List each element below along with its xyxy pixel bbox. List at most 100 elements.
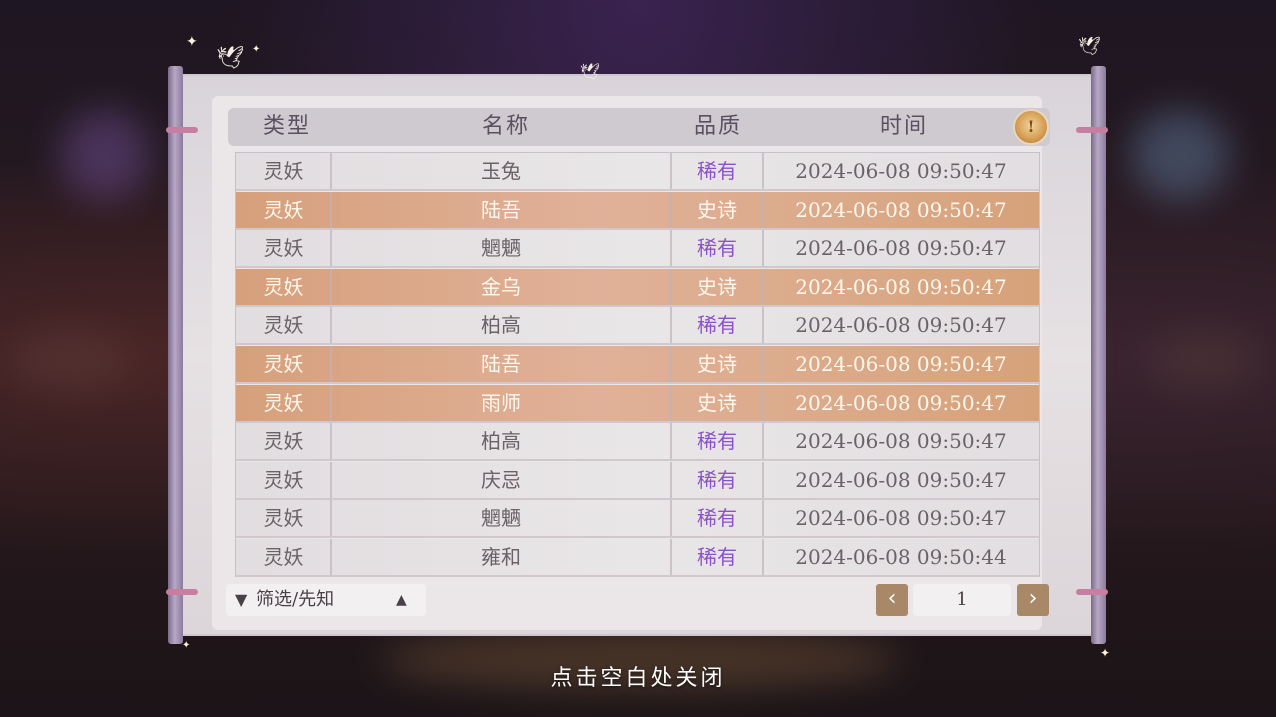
background-blur xyxy=(1130,110,1230,200)
background-blur xyxy=(10,330,130,390)
cell-time: 2024-06-08 09:50:47 xyxy=(795,429,1007,454)
table-row: 灵妖 陆吾 史诗 2024-06-08 09:50:47 xyxy=(236,191,1039,230)
column-divider xyxy=(762,500,764,537)
column-divider xyxy=(670,384,672,421)
cell-type: 灵妖 xyxy=(263,197,304,222)
cell-type: 灵妖 xyxy=(263,313,304,338)
swallow-icon: 🕊 xyxy=(216,46,244,71)
cell-time: 2024-06-08 09:50:47 xyxy=(795,506,1007,531)
column-divider xyxy=(762,423,764,460)
cell-name: 魍魉 xyxy=(481,236,521,261)
cell-name: 金乌 xyxy=(481,274,521,299)
column-divider xyxy=(330,268,332,305)
cell-quality: 稀有 xyxy=(697,429,737,454)
cell-type: 灵妖 xyxy=(263,390,304,415)
column-divider xyxy=(670,268,672,305)
sparkle-icon: ✦ xyxy=(182,640,191,651)
cell-time: 2024-06-08 09:50:44 xyxy=(795,545,1007,569)
cell-time: 2024-06-08 09:50:47 xyxy=(795,274,1007,299)
cell-type: 灵妖 xyxy=(263,429,304,454)
rod-pin xyxy=(166,589,198,595)
chevron-left-icon: ‹ xyxy=(887,586,897,611)
column-divider xyxy=(762,539,764,575)
background-blur xyxy=(60,110,150,200)
cell-quality: 稀有 xyxy=(697,236,737,261)
column-divider xyxy=(330,153,332,189)
header-type: 类型 xyxy=(262,114,311,139)
column-divider xyxy=(670,346,672,382)
cell-quality: 稀有 xyxy=(697,313,737,338)
column-divider xyxy=(330,307,332,344)
page-number: 1 xyxy=(913,584,1011,616)
close-hint[interactable]: 点击空白处关闭 xyxy=(0,660,1276,692)
table-row: 灵妖 魍魉 稀有 2024-06-08 09:50:47 xyxy=(236,230,1039,269)
cell-type: 灵妖 xyxy=(263,236,304,261)
cell-quality: 史诗 xyxy=(697,352,737,376)
column-divider xyxy=(762,346,764,382)
filter-button[interactable]: ▼ 筛选/先知 ▲ xyxy=(226,584,426,616)
column-divider xyxy=(330,539,332,575)
column-divider xyxy=(330,384,332,421)
cell-name: 玉兔 xyxy=(481,159,521,183)
cell-type: 灵妖 xyxy=(263,506,304,531)
cell-quality: 史诗 xyxy=(697,274,737,299)
swallow-icon: 🕊 xyxy=(1078,36,1101,57)
swallow-icon: 🕊 xyxy=(580,62,601,81)
rod-pin xyxy=(1076,589,1108,595)
cell-quality: 稀有 xyxy=(697,545,737,569)
cell-type: 灵妖 xyxy=(263,467,304,492)
cell-quality: 史诗 xyxy=(697,197,737,222)
column-divider xyxy=(330,500,332,537)
rod-pin xyxy=(166,127,198,133)
triangle-up-icon: ▲ xyxy=(396,592,407,608)
cell-quality: 史诗 xyxy=(697,390,737,415)
cell-time: 2024-06-08 09:50:47 xyxy=(795,197,1007,222)
filter-label: 筛选/先知 xyxy=(256,589,335,610)
cell-time: 2024-06-08 09:50:47 xyxy=(795,352,1007,376)
scroll-rod-left xyxy=(168,66,183,644)
rod-pin xyxy=(1076,127,1108,133)
table-header: 类型 名称 品质 时间 xyxy=(228,108,1050,146)
table-row: 灵妖 雨师 史诗 2024-06-08 09:50:47 xyxy=(236,384,1039,423)
cell-name: 柏高 xyxy=(481,313,521,338)
column-divider xyxy=(762,461,764,498)
cell-name: 魍魉 xyxy=(481,506,521,531)
cell-time: 2024-06-08 09:50:47 xyxy=(795,390,1007,415)
cell-name: 雨师 xyxy=(481,390,521,415)
column-divider xyxy=(762,230,764,267)
column-divider xyxy=(330,346,332,382)
scroll-rod-right xyxy=(1091,66,1106,644)
cell-quality: 稀有 xyxy=(697,159,737,183)
table-row: 灵妖 柏高 稀有 2024-06-08 09:50:47 xyxy=(236,423,1039,462)
next-page-button[interactable]: › xyxy=(1017,584,1049,616)
sparkle-icon: ✦ xyxy=(186,34,198,50)
cell-time: 2024-06-08 09:50:47 xyxy=(795,236,1007,261)
cell-name: 庆忌 xyxy=(481,467,521,492)
cell-type: 灵妖 xyxy=(263,159,304,183)
column-divider xyxy=(762,268,764,305)
column-divider xyxy=(670,539,672,575)
column-divider xyxy=(670,153,672,189)
table-row: 灵妖 魍魉 稀有 2024-06-08 09:50:47 xyxy=(236,500,1039,539)
column-divider xyxy=(670,423,672,460)
cell-quality: 稀有 xyxy=(697,506,737,531)
table-row: 灵妖 雍和 稀有 2024-06-08 09:50:44 xyxy=(236,539,1039,577)
column-divider xyxy=(670,307,672,344)
table-row: 灵妖 庆忌 稀有 2024-06-08 09:50:47 xyxy=(236,461,1039,500)
prev-page-button[interactable]: ‹ xyxy=(876,584,908,616)
info-icon[interactable]: ! xyxy=(1013,109,1049,145)
cell-name: 陆吾 xyxy=(481,352,521,376)
header-quality: 品质 xyxy=(693,114,742,139)
funnel-icon: ▼ xyxy=(235,590,248,609)
table-row: 灵妖 玉兔 稀有 2024-06-08 09:50:47 xyxy=(236,153,1039,191)
column-divider xyxy=(762,191,764,228)
cell-quality: 稀有 xyxy=(697,467,737,492)
table-row: 灵妖 柏高 稀有 2024-06-08 09:50:47 xyxy=(236,307,1039,346)
column-divider xyxy=(762,307,764,344)
column-divider xyxy=(762,384,764,421)
column-divider xyxy=(762,153,764,189)
cell-time: 2024-06-08 09:50:47 xyxy=(795,313,1007,338)
cell-name: 雍和 xyxy=(481,545,521,569)
column-divider xyxy=(330,191,332,228)
background-blur xyxy=(1150,330,1260,390)
